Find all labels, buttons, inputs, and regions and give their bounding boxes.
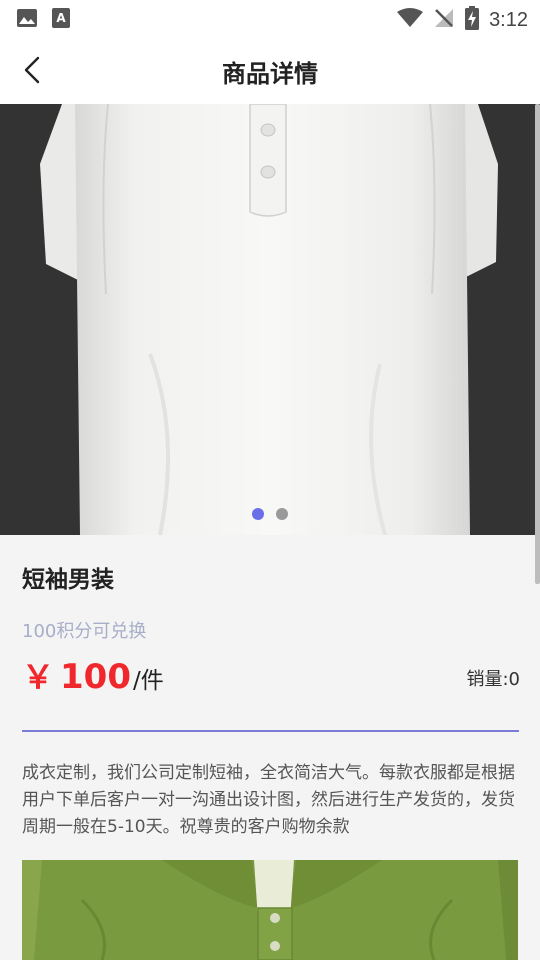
price-unit: /件: [133, 668, 164, 694]
product-name: 短袖男装: [22, 567, 114, 593]
page-title: 商品详情: [222, 60, 318, 88]
battery-charging-icon: [465, 6, 480, 34]
price-value: 100: [60, 657, 131, 697]
carousel-indicators: [0, 508, 540, 520]
sales-count: 销量:0: [466, 669, 520, 690]
image-icon: [16, 8, 38, 32]
divider: [22, 730, 519, 732]
price: ￥ 100 /件: [22, 652, 164, 698]
status-bar: A 3:12: [0, 0, 540, 36]
text-a-icon: A: [52, 8, 70, 32]
nav-bar: 商品详情: [0, 36, 540, 104]
wifi-icon: [397, 8, 424, 32]
svg-text:A: A: [56, 11, 66, 25]
points-exchange-note: 100积分可兑换: [22, 621, 147, 642]
status-time: 3:12: [489, 8, 528, 31]
product-photo: [0, 104, 540, 535]
scrollbar[interactable]: [535, 104, 540, 584]
product-image-carousel[interactable]: [0, 104, 540, 535]
product-detail-image: [22, 860, 518, 960]
carousel-dot-1[interactable]: [252, 508, 264, 520]
price-currency: ￥: [22, 658, 55, 696]
no-signal-icon: [433, 7, 455, 33]
carousel-dot-2[interactable]: [276, 508, 288, 520]
product-description: 成衣定制，我们公司定制短袖，全衣简洁大气。每款衣服都是根据用户下单后客户一对一沟…: [22, 763, 515, 837]
